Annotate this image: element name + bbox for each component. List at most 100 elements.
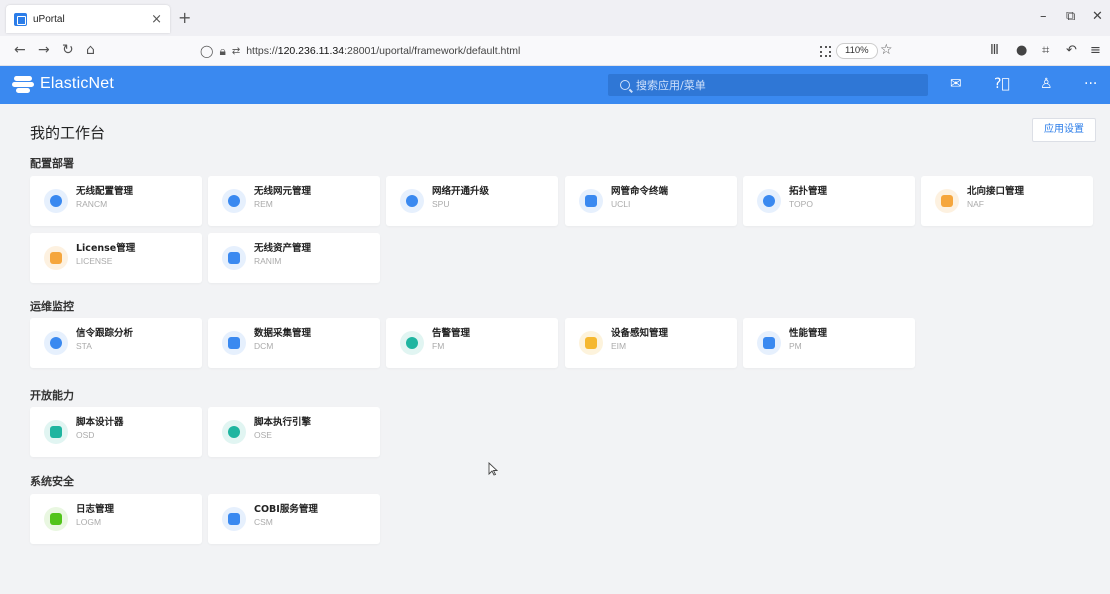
- card-name: 告警管理: [432, 328, 471, 339]
- card-text: 脚本执行引擎 OSE: [254, 416, 311, 442]
- close-window-icon[interactable]: ✕: [1092, 9, 1103, 24]
- app-card-dcm[interactable]: 数据采集管理 DCM: [208, 318, 380, 368]
- card-name: License管理: [76, 243, 136, 254]
- card-code: EIM: [611, 341, 627, 351]
- back-icon[interactable]: ←: [14, 42, 26, 58]
- card-code: OSD: [76, 430, 95, 440]
- browser-tab[interactable]: uPortal ×: [6, 5, 170, 33]
- help-icon[interactable]: ?⃝: [994, 76, 1010, 92]
- card-name: 脚本执行引擎: [254, 417, 312, 428]
- app-card-osd[interactable]: 脚本设计器 OSD: [30, 407, 202, 457]
- app-card-spu[interactable]: 网络开通升级 SPU: [386, 176, 558, 226]
- page-title: 我的工作台: [30, 124, 106, 142]
- card-code: LICENSE: [76, 256, 113, 266]
- app-card-sta[interactable]: 信令跟踪分析 STA: [30, 318, 202, 368]
- zoom-level[interactable]: 110%: [836, 43, 878, 59]
- asset-icon: [222, 246, 246, 270]
- card-text: 无线资产管理 RANIM: [254, 242, 311, 268]
- new-tab-button[interactable]: +: [178, 8, 191, 27]
- card-name: 数据采集管理: [254, 328, 312, 339]
- card-name: 北向接口管理: [967, 186, 1025, 197]
- card-code: REM: [254, 199, 273, 209]
- user-icon[interactable]: ♙: [1040, 76, 1053, 92]
- forward-icon[interactable]: →: [38, 42, 50, 58]
- card-name: 无线配置管理: [76, 186, 134, 197]
- lock-icon[interactable]: 🔒︎: [219, 44, 225, 59]
- app-card-license[interactable]: License管理 LICENSE: [30, 233, 202, 283]
- card-text: 无线配置管理 RANCM: [76, 185, 133, 211]
- elasticnet-logo-icon: [12, 74, 34, 94]
- card-code: STA: [76, 341, 92, 351]
- tab-close-icon[interactable]: ×: [151, 12, 162, 27]
- app-card-topo[interactable]: 拓扑管理 TOPO: [743, 176, 915, 226]
- logo[interactable]: ElasticNet: [12, 74, 114, 94]
- card-name: 设备感知管理: [611, 328, 669, 339]
- card-text: 设备感知管理 EIM: [611, 327, 668, 353]
- minimize-icon[interactable]: –: [1040, 9, 1047, 24]
- browser-tab-bar: uPortal × + – ⧉ ✕: [0, 0, 1110, 36]
- card-name: 网管命令终端: [611, 186, 669, 197]
- network-element-icon: [222, 189, 246, 213]
- app-search[interactable]: [608, 74, 928, 96]
- bell-icon: [400, 331, 424, 355]
- section-title: 配置部署: [30, 157, 74, 170]
- app-card-naf[interactable]: 北向接口管理 NAF: [921, 176, 1093, 226]
- app-card-ucli[interactable]: 网管命令终端 UCLI: [565, 176, 737, 226]
- card-name: 信令跟踪分析: [76, 328, 134, 339]
- account-icon[interactable]: ●: [1016, 43, 1027, 58]
- card-text: 日志管理 LOGM: [76, 503, 114, 529]
- app-card-rem[interactable]: 无线网元管理 REM: [208, 176, 380, 226]
- card-name: 无线资产管理: [254, 243, 312, 254]
- signal-trace-icon: [44, 331, 68, 355]
- card-text: 性能管理 PM: [789, 327, 827, 353]
- card-text: 网管命令终端 UCLI: [611, 185, 668, 211]
- card-code: OSE: [254, 430, 272, 440]
- search-input[interactable]: [636, 78, 916, 92]
- card-code: FM: [432, 341, 445, 351]
- license-icon: [44, 246, 68, 270]
- card-text: COBI服务管理 CSM: [254, 503, 318, 529]
- restore-icon[interactable]: ⧉: [1066, 9, 1075, 24]
- reload-icon[interactable]: ↻: [62, 42, 74, 58]
- app-card-rancm[interactable]: 无线配置管理 RANCM: [30, 176, 202, 226]
- card-text: 信令跟踪分析 STA: [76, 327, 133, 353]
- card-name: COBI服务管理: [254, 504, 318, 515]
- screenshot-icon[interactable]: ⌗: [1042, 43, 1049, 58]
- shield-icon[interactable]: ◯: [200, 44, 213, 58]
- app-card-pm[interactable]: 性能管理 PM: [743, 318, 915, 368]
- library-icon[interactable]: Ⅲ: [990, 43, 999, 58]
- card-name: 网络开通升级: [432, 186, 490, 197]
- app-card-fm[interactable]: 告警管理 FM: [386, 318, 558, 368]
- app-settings-button[interactable]: 应用设置: [1032, 118, 1096, 142]
- menu-icon[interactable]: ≡: [1090, 43, 1101, 58]
- card-name: 拓扑管理: [789, 186, 828, 197]
- gear-icon: [44, 189, 68, 213]
- app-card-logm[interactable]: 日志管理 LOGM: [30, 494, 202, 544]
- card-code: LOGM: [76, 517, 102, 527]
- database-icon: [222, 331, 246, 355]
- home-icon[interactable]: ⌂: [86, 42, 95, 58]
- card-code: NAF: [967, 199, 984, 209]
- service-icon: [222, 507, 246, 531]
- app-card-ranim[interactable]: 无线资产管理 RANIM: [208, 233, 380, 283]
- card-code: RANCM: [76, 199, 108, 209]
- permissions-icon[interactable]: ⇄: [232, 46, 240, 57]
- more-icon[interactable]: ···: [1084, 76, 1097, 92]
- app-card-eim[interactable]: 设备感知管理 EIM: [565, 318, 737, 368]
- app-card-csm[interactable]: COBI服务管理 CSM: [208, 494, 380, 544]
- card-text: 告警管理 FM: [432, 327, 470, 353]
- card-text: 数据采集管理 DCM: [254, 327, 311, 353]
- address-bar[interactable]: ◯ 🔒︎ ⇄ https://120.236.11.34:28001/uport…: [200, 40, 900, 62]
- app-card-ose[interactable]: 脚本执行引擎 OSE: [208, 407, 380, 457]
- bookmark-star-icon[interactable]: ☆: [880, 42, 893, 58]
- card-text: License管理 LICENSE: [76, 242, 135, 268]
- card-text: 无线网元管理 REM: [254, 185, 311, 211]
- qr-code-icon[interactable]: [820, 46, 831, 57]
- card-text: 拓扑管理 TOPO: [789, 185, 827, 211]
- undo-icon[interactable]: ↶: [1066, 43, 1077, 58]
- mail-icon[interactable]: ✉: [950, 76, 962, 92]
- card-text: 脚本设计器 OSD: [76, 416, 124, 442]
- card-name: 性能管理: [789, 328, 828, 339]
- search-icon: [620, 80, 630, 90]
- card-name: 无线网元管理: [254, 186, 312, 197]
